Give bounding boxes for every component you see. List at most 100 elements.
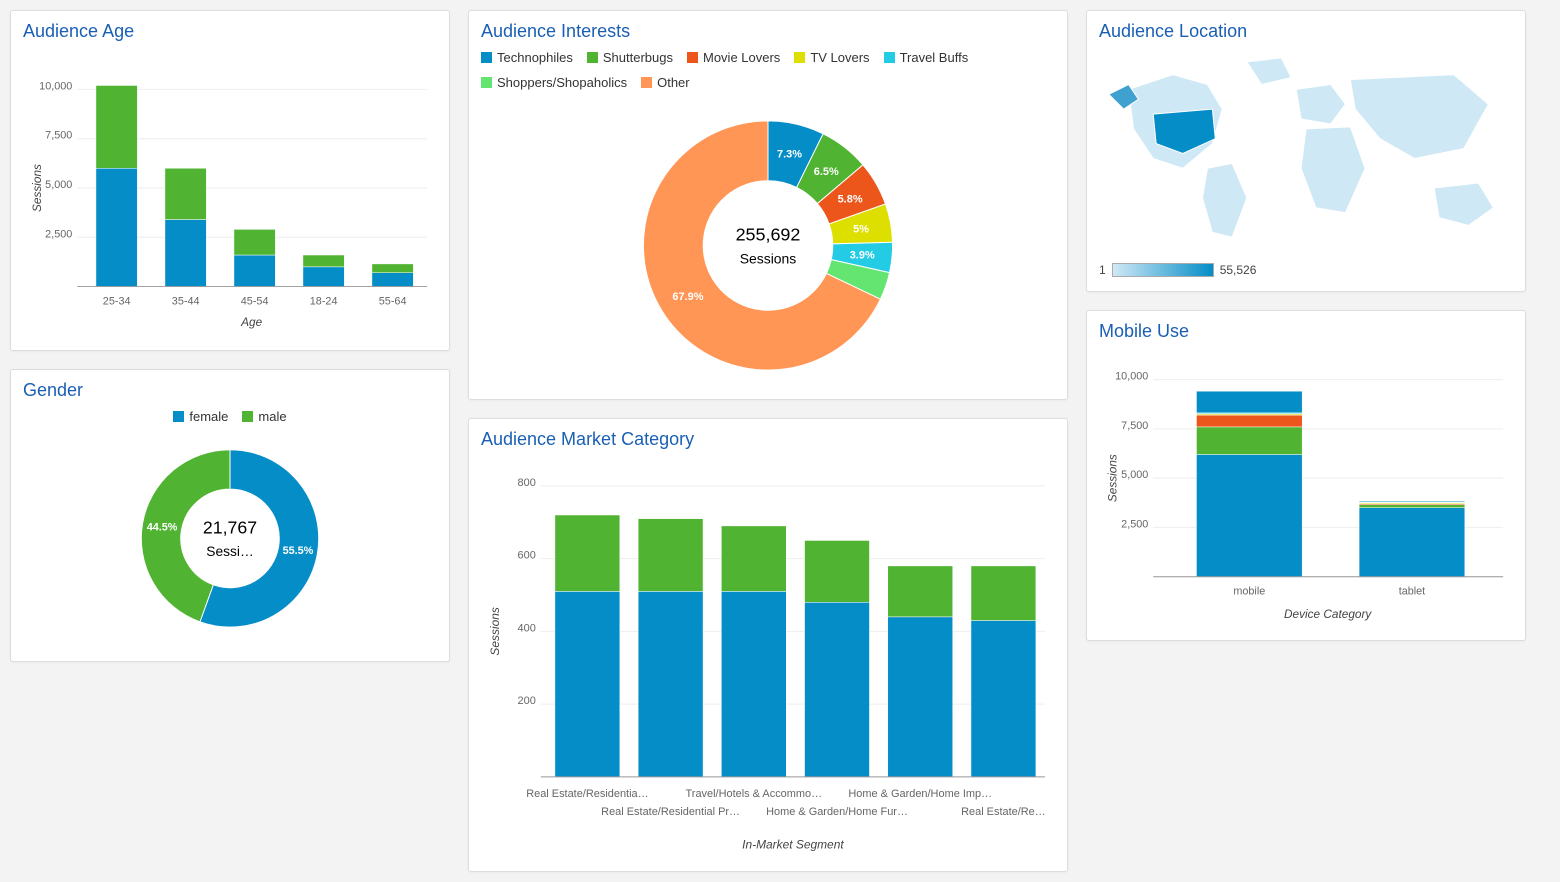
- legend-interests: Technophiles Shutterbugs Movie Lovers TV…: [481, 50, 1055, 90]
- center-value: 255,692: [736, 224, 801, 244]
- panel-audience-location: Audience Location: [1086, 10, 1526, 292]
- panel-title: Audience Location: [1099, 21, 1513, 42]
- panel-title: Mobile Use: [1099, 321, 1513, 342]
- column-left: Audience Age 2,500 5,000 7,500 10,000: [10, 10, 450, 662]
- legend-gender: female male: [23, 409, 437, 424]
- map-scale: 1 55,526: [1099, 263, 1513, 277]
- svg-text:55.5%: 55.5%: [283, 545, 314, 557]
- legend-label: Other: [657, 75, 690, 90]
- ytick: 2,500: [45, 228, 72, 240]
- chart-mobile-use[interactable]: 2,500 5,000 7,500 10,000 mobile tablet De…: [1099, 350, 1513, 626]
- svg-text:25-34: 25-34: [103, 295, 131, 307]
- svg-text:Real Estate/Re…: Real Estate/Re…: [961, 806, 1046, 818]
- panel-title: Gender: [23, 380, 437, 401]
- legend-item[interactable]: female: [173, 409, 228, 424]
- legend-item[interactable]: Travel Buffs: [884, 50, 969, 65]
- legend-item[interactable]: Technophiles: [481, 50, 573, 65]
- scale-min: 1: [1099, 263, 1106, 277]
- svg-text:Real Estate/Residentia…: Real Estate/Residentia…: [526, 788, 648, 800]
- legend-label: Shutterbugs: [603, 50, 673, 65]
- legend-label: Travel Buffs: [900, 50, 969, 65]
- legend-label: Technophiles: [497, 50, 573, 65]
- svg-text:18-24: 18-24: [310, 295, 338, 307]
- legend-label: TV Lovers: [810, 50, 869, 65]
- ytick: 7,500: [45, 130, 72, 142]
- svg-text:35-44: 35-44: [172, 295, 200, 307]
- column-right: Audience Location: [1086, 10, 1526, 641]
- legend-item[interactable]: TV Lovers: [794, 50, 869, 65]
- ytick: 5,000: [45, 179, 72, 191]
- ytick: 7,500: [1121, 420, 1148, 432]
- legend-item[interactable]: male: [242, 409, 286, 424]
- panel-title: Audience Age: [23, 21, 437, 42]
- legend-label: female: [189, 409, 228, 424]
- map-audience-location[interactable]: [1099, 50, 1513, 257]
- legend-item[interactable]: Shutterbugs: [587, 50, 673, 65]
- panel-audience-market: Audience Market Category 200 400 600 800…: [468, 418, 1068, 872]
- swatch-icon: [481, 77, 492, 88]
- svg-text:55-64: 55-64: [379, 295, 407, 307]
- map-gradient-icon: [1112, 263, 1214, 277]
- panel-title: Audience Interests: [481, 21, 1055, 42]
- swatch-female: [173, 411, 184, 422]
- svg-text:45-54: 45-54: [241, 295, 269, 307]
- swatch-icon: [481, 52, 492, 63]
- svg-text:3.9%: 3.9%: [850, 250, 875, 262]
- ytick: 10,000: [1115, 371, 1148, 383]
- panel-audience-interests: Audience Interests Technophiles Shutterb…: [468, 10, 1068, 400]
- legend-item[interactable]: Movie Lovers: [687, 50, 780, 65]
- svg-text:255,692: 255,692: [736, 224, 801, 244]
- scale-max: 55,526: [1220, 263, 1257, 277]
- panel-audience-age: Audience Age 2,500 5,000 7,500 10,000: [10, 10, 450, 351]
- ylabel: Sessions: [488, 607, 502, 655]
- panel-title: Audience Market Category: [481, 429, 1055, 450]
- ytick: 200: [518, 695, 536, 707]
- legend-item[interactable]: Shoppers/Shopaholics: [481, 75, 627, 90]
- svg-text:Home & Garden/Home Imp…: Home & Garden/Home Imp…: [848, 788, 992, 800]
- svg-text:6.5%: 6.5%: [814, 166, 839, 178]
- svg-text:mobile: mobile: [1233, 585, 1265, 597]
- swatch-male: [242, 411, 253, 422]
- center-value: 21,767: [203, 517, 257, 537]
- svg-text:67.9%: 67.9%: [672, 291, 703, 303]
- ytick: 600: [518, 550, 536, 562]
- legend-label: Movie Lovers: [703, 50, 780, 65]
- xlabel: Age: [240, 315, 262, 329]
- legend-label: Shoppers/Shopaholics: [497, 75, 627, 90]
- xlabel: Device Category: [1284, 607, 1372, 621]
- svg-text:Travel/Hotels & Accommo…: Travel/Hotels & Accommo…: [686, 788, 823, 800]
- swatch-icon: [587, 52, 598, 63]
- svg-text:5%: 5%: [853, 223, 869, 235]
- swatch-icon: [794, 52, 805, 63]
- swatch-icon: [641, 77, 652, 88]
- chart-audience-age[interactable]: 2,500 5,000 7,500 10,000 25-34 35-44 45-54…: [23, 50, 437, 336]
- svg-text:Home & Garden/Home Fur…: Home & Garden/Home Fur…: [766, 806, 908, 818]
- svg-text:Real Estate/Residential Pr…: Real Estate/Residential Pr…: [601, 806, 740, 818]
- svg-text:44.5%: 44.5%: [147, 521, 178, 533]
- ytick: 5,000: [1121, 469, 1148, 481]
- panel-mobile-use: Mobile Use 2,500 5,000 7,500 10,000 mobi…: [1086, 310, 1526, 641]
- column-center: Audience Interests Technophiles Shutterb…: [468, 10, 1068, 872]
- legend-label: male: [258, 409, 286, 424]
- ytick: 2,500: [1121, 518, 1148, 530]
- chart-audience-market[interactable]: 200 400 600 800 Real Estate/Residentia… R…: [481, 458, 1055, 857]
- ytick: 800: [518, 477, 536, 489]
- svg-text:5.8%: 5.8%: [838, 193, 863, 205]
- ytick: 10,000: [39, 80, 72, 92]
- chart-audience-interests[interactable]: 7.3% 6.5% 5.8% 5% 3.9% 67.9% 255,692 Sessions: [481, 96, 1055, 385]
- swatch-icon: [884, 52, 895, 63]
- svg-text:21,767: 21,767: [203, 517, 257, 537]
- chart-gender[interactable]: 55.5% 44.5% 21,767 Sessi…: [23, 430, 437, 647]
- center-label: Sessi…: [206, 544, 253, 559]
- xlabel: In-Market Segment: [742, 838, 844, 852]
- svg-text:tablet: tablet: [1399, 585, 1426, 597]
- legend-item[interactable]: Other: [641, 75, 690, 90]
- ylabel: Sessions: [1106, 454, 1120, 502]
- swatch-icon: [687, 52, 698, 63]
- ylabel: Sessions: [30, 164, 44, 212]
- ytick: 400: [518, 622, 536, 634]
- svg-text:7.3%: 7.3%: [777, 148, 802, 160]
- center-label: Sessions: [740, 250, 797, 266]
- dashboard: Audience Age 2,500 5,000 7,500 10,000: [0, 0, 1560, 882]
- panel-gender: Gender female male 55.5% 44.5% 21,767 Ses…: [10, 369, 450, 662]
